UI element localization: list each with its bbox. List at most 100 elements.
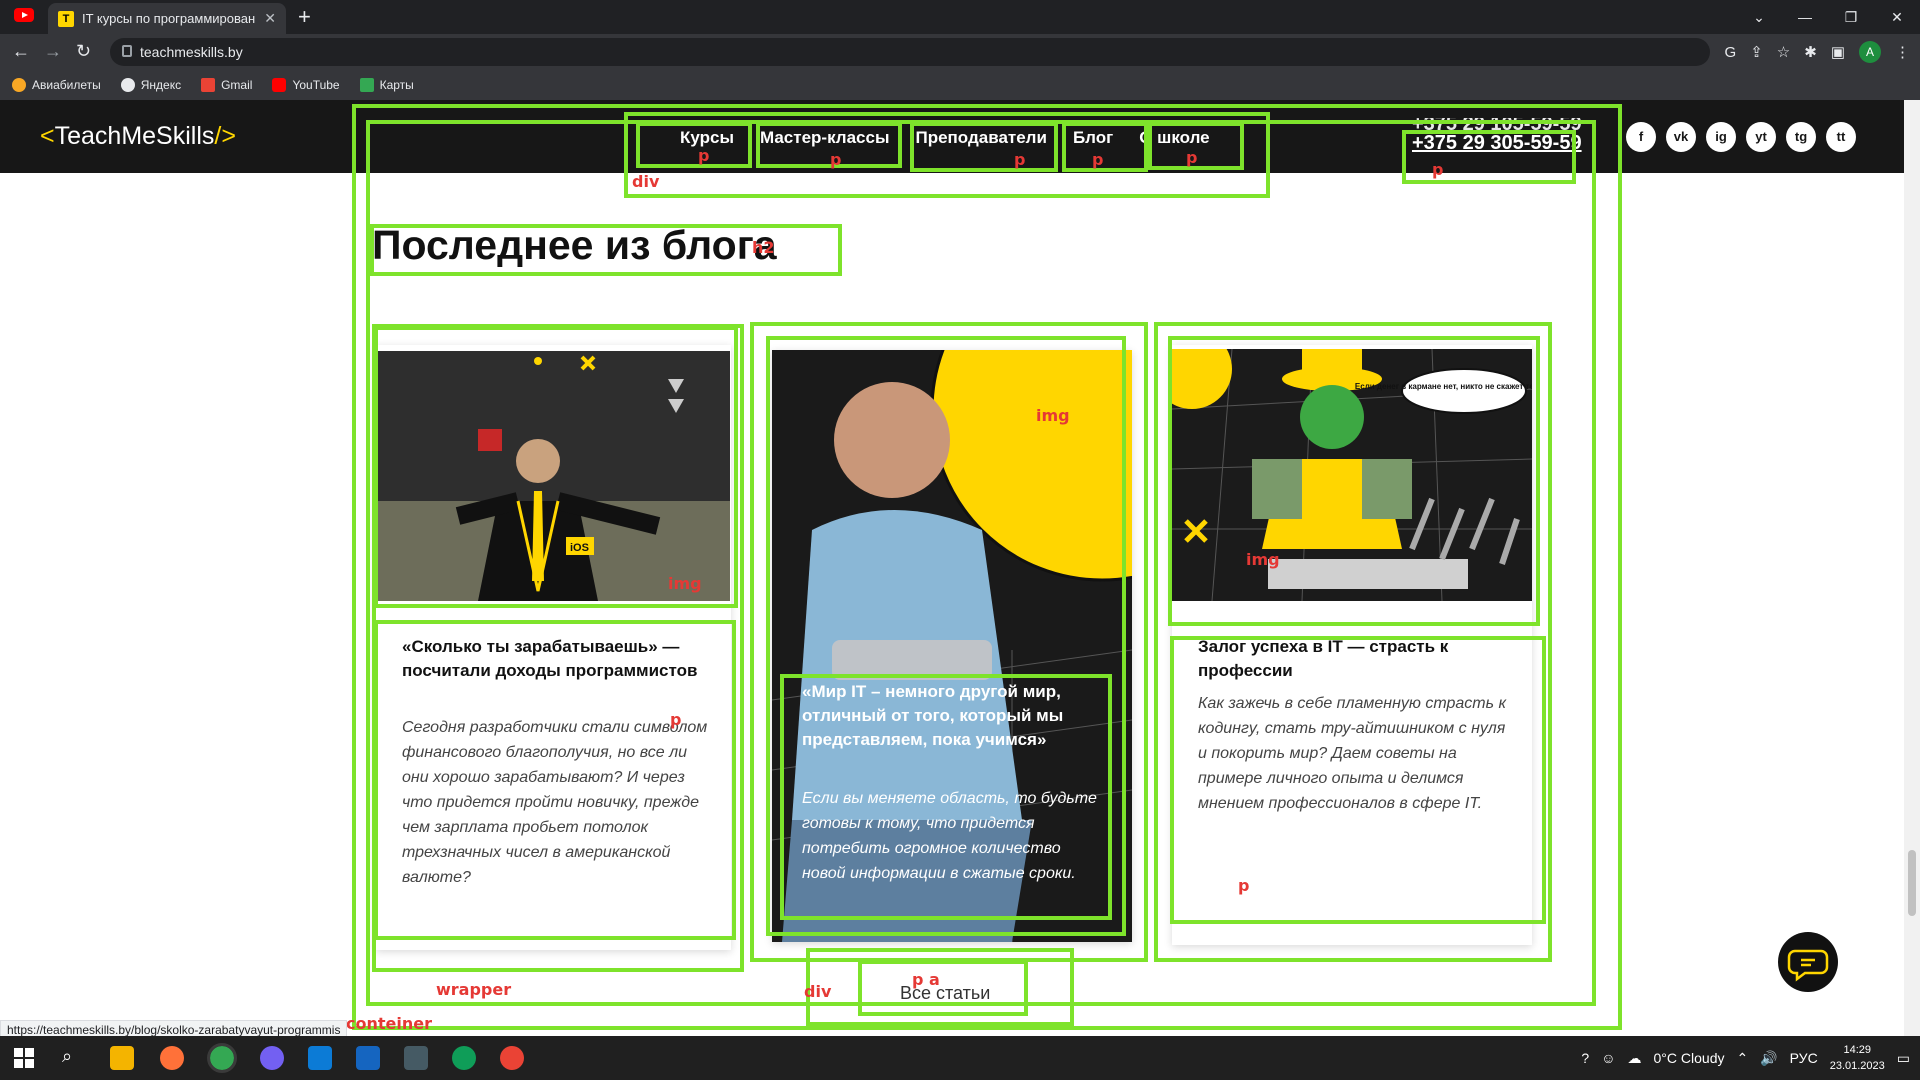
label-p: p: [1014, 150, 1026, 169]
close-window-button[interactable]: ✕: [1874, 0, 1920, 34]
label-p: p: [1238, 876, 1250, 895]
minimize-button[interactable]: —: [1782, 0, 1828, 34]
reload-icon[interactable]: ↻: [76, 41, 91, 62]
blog-card-3-title[interactable]: Залог успеха в IT — страсть к профессии: [1198, 635, 1508, 683]
tiktok-icon[interactable]: tt: [1826, 122, 1856, 152]
bookmark-aviabilety[interactable]: Авиабилеты: [12, 78, 101, 92]
blog-card-2-title[interactable]: «Мир IT – немного другой мир, отличный о…: [802, 680, 1092, 752]
menu-item-teachers[interactable]: Преподаватели: [909, 128, 1052, 148]
chat-button[interactable]: [1778, 932, 1838, 992]
bookmark-label: Карты: [379, 78, 414, 92]
globe-icon: [120, 78, 135, 92]
social-links: f vk ig yt tg tt: [1626, 122, 1856, 152]
web-page: <TeachMeSkills/> Курсы Мастер-классы Пре…: [0, 100, 1920, 1036]
toolbar-icons: G ⇪ ☆ ✱ ▣ A ⋮: [1725, 41, 1910, 63]
file-explorer-icon[interactable]: [110, 1046, 134, 1070]
blog-card-3[interactable]: Если денег в кармане нет, никто не скаже…: [1172, 345, 1532, 945]
tab-active[interactable]: T IT курсы по программированию ✕: [48, 3, 286, 34]
phone-1[interactable]: +375 29 105-59-59: [1412, 118, 1582, 132]
phone-2[interactable]: +375 29 305-59-59: [1412, 132, 1582, 154]
menu-item-blog[interactable]: Блог: [1067, 128, 1119, 148]
label-div: div: [804, 982, 832, 1001]
windows-start-icon[interactable]: [14, 1048, 34, 1068]
weather-icon[interactable]: ☁: [1628, 1050, 1642, 1067]
instagram-icon[interactable]: ig: [1706, 122, 1736, 152]
tab-title: IT курсы по программированию: [82, 11, 257, 26]
forward-icon[interactable]: →: [44, 41, 62, 62]
new-tab-button[interactable]: +: [298, 4, 311, 30]
side-panel-icon[interactable]: ▣: [1831, 43, 1845, 61]
app-icon[interactable]: [356, 1046, 380, 1070]
bookmark-youtube[interactable]: YouTube: [272, 78, 340, 92]
tab-search-icon[interactable]: ⌄: [1736, 0, 1782, 34]
label-p: p: [1186, 148, 1198, 167]
clock[interactable]: 14:29 23.01.2023: [1830, 1042, 1885, 1074]
vk-icon[interactable]: vk: [1666, 122, 1696, 152]
language-indicator[interactable]: РУС: [1790, 1050, 1818, 1066]
plane-icon: [12, 78, 26, 92]
address-bar[interactable]: teachmeskills.by: [110, 38, 1710, 66]
system-tray: ? ☺ ☁ 0°C Cloudy ⌃ 🔊 РУС 14:29 23.01.202…: [1581, 1036, 1910, 1080]
youtube-icon[interactable]: yt: [1746, 122, 1776, 152]
restore-button[interactable]: ❐: [1828, 0, 1874, 34]
firefox-icon[interactable]: [160, 1046, 184, 1070]
page-scrollbar[interactable]: [1904, 100, 1920, 1036]
facebook-icon[interactable]: f: [1626, 122, 1656, 152]
telegram-icon[interactable]: tg: [1786, 122, 1816, 152]
menu-item-masterclasses[interactable]: Мастер-классы: [754, 128, 896, 148]
help-icon[interactable]: ?: [1581, 1050, 1589, 1066]
viber-icon[interactable]: [260, 1046, 284, 1070]
lock-icon: [122, 45, 132, 57]
scrollbar-thumb[interactable]: [1908, 850, 1916, 916]
browser-tabbar: T IT курсы по программированию ✕ + ⌄ — ❐…: [0, 0, 1920, 34]
browser-toolbar: ← → ↻ teachmeskills.by G ⇪ ☆ ✱ ▣ A ⋮: [0, 34, 1920, 70]
close-tab-icon[interactable]: ✕: [264, 10, 276, 27]
menu-dots-icon[interactable]: ⋮: [1895, 43, 1910, 61]
bookmark-yandex[interactable]: Яндекс: [120, 78, 181, 92]
extensions-icon[interactable]: ✱: [1804, 43, 1817, 61]
volume-icon[interactable]: 🔊: [1760, 1050, 1777, 1067]
notifications-icon[interactable]: ▭: [1897, 1050, 1910, 1067]
chrome-canary-icon[interactable]: [500, 1046, 524, 1070]
teachmeskills-favicon-icon: T: [58, 10, 74, 27]
menu-item-about[interactable]: О школе: [1133, 128, 1215, 148]
share-icon[interactable]: ⇪: [1750, 43, 1763, 61]
label-img: img: [1246, 550, 1280, 569]
blog-card-3-image[interactable]: Если денег в кармане нет, никто не скаже…: [1172, 349, 1532, 601]
webstorm-icon[interactable]: [308, 1046, 332, 1070]
label-p: p: [830, 150, 842, 169]
ios-badge-text: iOS: [570, 542, 589, 554]
google-icon[interactable]: G: [1725, 44, 1737, 61]
weather-text[interactable]: 0°C Cloudy: [1654, 1050, 1725, 1066]
bookmark-gmail[interactable]: Gmail: [201, 78, 252, 92]
floppy-app-icon[interactable]: [404, 1046, 428, 1070]
search-icon[interactable]: ⌕: [62, 1046, 72, 1067]
label-conteiner: conteiner: [346, 1014, 432, 1033]
bookmark-maps[interactable]: Карты: [359, 78, 414, 92]
blog-card-1-image[interactable]: iOS: [378, 351, 730, 601]
youtube-pinned-tab[interactable]: [14, 8, 34, 26]
menu-item-courses[interactable]: Курсы: [674, 128, 740, 148]
profile-avatar[interactable]: A: [1859, 41, 1881, 63]
people-icon[interactable]: ☺: [1601, 1050, 1615, 1066]
gmail-icon: [201, 78, 216, 92]
logo-bracket: <: [40, 122, 55, 150]
label-p: p: [1092, 150, 1104, 169]
logo-text: TeachMeSkills: [54, 122, 215, 150]
label-p: p: [670, 710, 682, 729]
site-logo[interactable]: <TeachMeSkills/>: [40, 122, 236, 151]
url-text: teachmeskills.by: [140, 44, 243, 60]
main-menu: Курсы Мастер-классы Преподаватели Блог О…: [640, 128, 1216, 148]
blog-card-1-title[interactable]: «Сколько ты зарабатываешь» — посчитали д…: [402, 635, 712, 683]
status-bar-url: https://teachmeskills.by/blog/skolko-zar…: [0, 1020, 348, 1036]
back-icon[interactable]: ←: [12, 41, 30, 62]
label-pa: p a: [912, 970, 940, 989]
chrome-icon[interactable]: [207, 1043, 237, 1073]
bookmark-label: Gmail: [221, 78, 253, 92]
bookmark-star-icon[interactable]: ☆: [1777, 43, 1790, 61]
chevron-up-icon[interactable]: ⌃: [1736, 1050, 1748, 1067]
blog-card-2[interactable]: «Мир IT – немного другой мир, отличный о…: [772, 350, 1132, 942]
bookmark-label: YouTube: [292, 78, 340, 92]
blog-card-1[interactable]: iOS «Сколько ты зарабатываешь» — посчита…: [376, 345, 731, 950]
edge-icon[interactable]: [452, 1046, 476, 1070]
